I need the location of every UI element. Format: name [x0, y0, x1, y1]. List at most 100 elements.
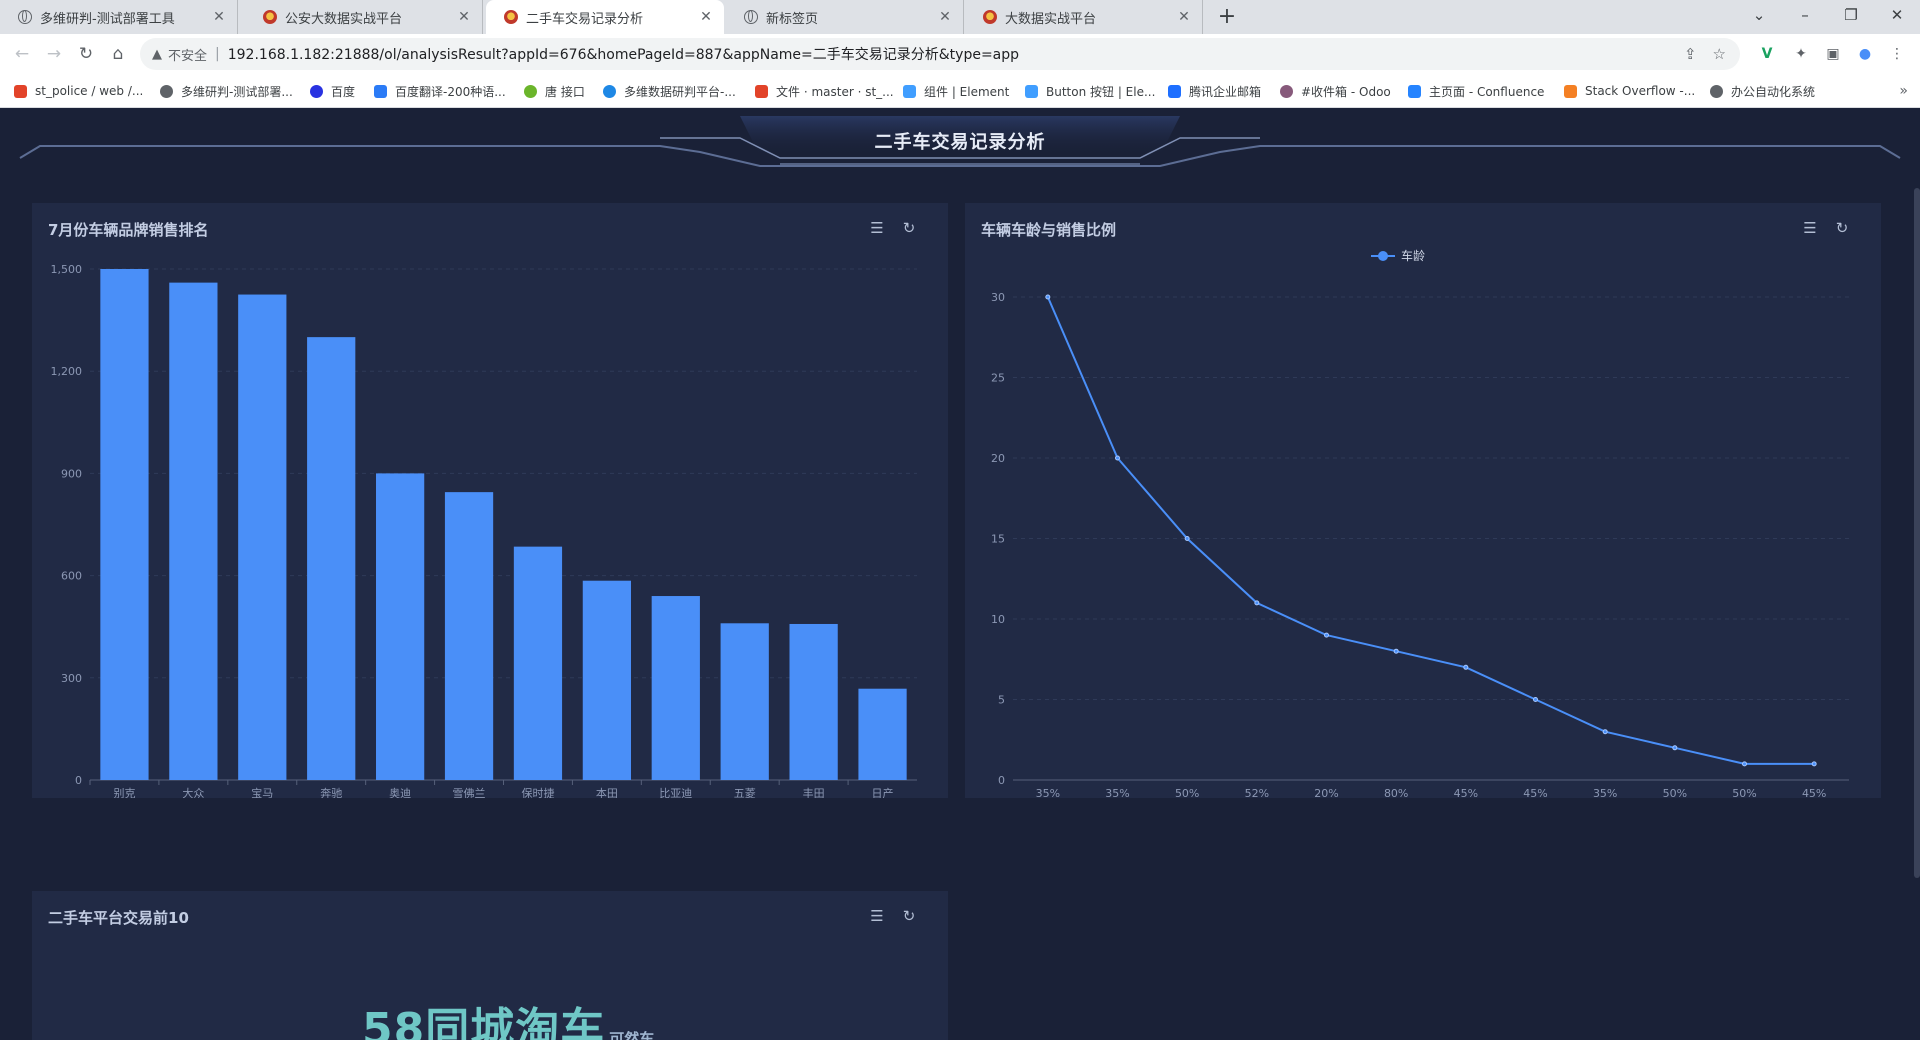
legend-label[interactable]: 车龄 — [1401, 248, 1425, 263]
page-scrollbar[interactable] — [1914, 188, 1920, 878]
x-tick-label: 80% — [1384, 787, 1408, 798]
close-icon[interactable]: ✕ — [698, 9, 714, 25]
bookmark-item[interactable]: 多维研判-测试部署... — [160, 74, 293, 108]
bookmark-item[interactable]: 文件 · master · st_... — [755, 74, 894, 108]
data-point[interactable] — [1324, 632, 1329, 638]
bar-大众[interactable] — [169, 282, 218, 780]
bar-奥迪[interactable] — [376, 473, 425, 780]
bookmarks-bar: st_police / web /... 多维研判-测试部署... 百度 百度翻… — [0, 74, 1920, 108]
y-tick-label: 0 — [998, 774, 1005, 787]
tab-new-tab[interactable]: 新标签页 ✕ — [726, 0, 964, 34]
forward-button[interactable]: → — [40, 34, 68, 74]
address-bar: ← → ↻ ⌂ ▲ 不安全 | 192.168.1.182:21888/ol/a… — [0, 34, 1920, 74]
menu-icon[interactable]: ⋮ — [1886, 43, 1908, 65]
bookmark-item[interactable]: Stack Overflow -... — [1564, 74, 1695, 108]
data-point[interactable] — [1115, 455, 1120, 461]
police-emblem-icon — [263, 10, 277, 24]
vue-devtools-icon[interactable]: V — [1756, 43, 1778, 65]
back-button[interactable]: ← — [8, 34, 36, 74]
side-panel-icon[interactable]: ▣ — [1822, 43, 1844, 65]
close-icon[interactable]: ✕ — [1176, 9, 1192, 25]
tab-police-bigdata[interactable]: 公安大数据实战平台 ✕ — [245, 0, 483, 34]
y-tick-label: 30 — [991, 291, 1005, 304]
x-tick-label: 35% — [1593, 787, 1617, 798]
bar-本田[interactable] — [582, 580, 631, 780]
bar-雪佛兰[interactable] — [444, 492, 494, 780]
y-tick-label: 1,500 — [51, 263, 83, 276]
maximize-button[interactable]: ❐ — [1828, 0, 1874, 34]
window-close-button[interactable]: ✕ — [1874, 0, 1920, 34]
data-point[interactable] — [1672, 745, 1678, 751]
bookmark-item[interactable]: st_police / web /... — [14, 74, 143, 108]
y-tick-label: 0 — [75, 774, 82, 787]
bar-奔驰[interactable] — [307, 337, 356, 780]
bar-五菱[interactable] — [720, 623, 769, 780]
tab-multidim-deploy-tool[interactable]: 多维研判-测试部署工具 ✕ — [0, 0, 238, 34]
data-point[interactable] — [1184, 536, 1190, 541]
new-tab-button[interactable]: + — [1213, 0, 1241, 34]
bar-保时捷[interactable] — [513, 546, 563, 780]
bookmark-label: 百度翻译-200种语... — [395, 84, 506, 99]
car-age-line-chart: 0 5 10 15 20 25 30 35% 35% 50% 52% 20% 80% 45% 45% 35% 5… — [991, 248, 1849, 798]
bookmark-item[interactable]: Button 按钮 | Ele... — [1025, 74, 1155, 108]
data-point[interactable] — [1254, 600, 1260, 606]
data-point[interactable] — [1811, 761, 1817, 767]
tab-used-car-analysis[interactable]: 二手车交易记录分析 ✕ — [486, 0, 724, 34]
bookmark-item[interactable]: 主页面 - Confluence — [1408, 74, 1544, 108]
bookmark-item[interactable]: 办公自动化系统 — [1710, 74, 1815, 108]
bookmark-item[interactable]: 腾讯企业邮箱 — [1168, 74, 1261, 108]
security-label: 不安全 — [168, 48, 208, 64]
close-icon[interactable]: ✕ — [456, 9, 472, 25]
globe-icon — [744, 10, 758, 24]
bookmark-label: 主页面 - Confluence — [1429, 84, 1545, 99]
tab-search-icon[interactable]: ⌄ — [1736, 0, 1782, 34]
stackoverflow-icon — [1564, 84, 1577, 98]
tab-bigdata-platform[interactable]: 大数据实战平台 ✕ — [965, 0, 1203, 34]
data-point[interactable] — [1463, 664, 1469, 670]
bookmark-label: 多维研判-测试部署... — [181, 84, 293, 99]
data-point[interactable] — [1742, 761, 1747, 767]
platforms-panel: 二手车平台交易前10 ☰ ↻ 58同城淘车 可然车 — [32, 891, 948, 1040]
minimize-button[interactable]: – — [1782, 0, 1828, 34]
reload-button[interactable]: ↻ — [72, 34, 100, 74]
bookmark-item[interactable]: 多维数据研判平台-... — [603, 74, 736, 108]
x-tick-label: 日产 — [872, 786, 894, 798]
bookmark-item[interactable]: 组件 | Element — [903, 74, 1009, 108]
legend-marker[interactable] — [1378, 251, 1388, 261]
panel-tools: ☰ ↻ — [868, 907, 918, 925]
bookmark-item[interactable]: #收件箱 - Odoo — [1280, 74, 1391, 108]
more-bookmarks-icon[interactable]: » — [1899, 74, 1908, 108]
home-button[interactable]: ⌂ — [104, 34, 132, 74]
close-icon[interactable]: ✕ — [211, 9, 227, 25]
profile-avatar-icon[interactable]: ● — [1854, 43, 1876, 65]
bar-宝马[interactable] — [238, 294, 287, 780]
x-tick-label: 本田 — [596, 786, 618, 798]
url-omnibox[interactable]: ▲ 不安全 | 192.168.1.182:21888/ol/analysisR… — [140, 38, 1740, 70]
bookmark-item[interactable]: 唐 接口 — [524, 74, 585, 108]
url-text[interactable]: 192.168.1.182:21888/ol/analysisResult?ap… — [228, 44, 1019, 64]
logo-58tongcheng: 58同城 — [362, 1004, 516, 1040]
data-point[interactable] — [1533, 697, 1538, 702]
logo-keranche: 可然车 — [609, 1030, 655, 1040]
bar-日产[interactable] — [858, 688, 907, 780]
extensions-icon[interactable]: ✦ — [1790, 43, 1812, 65]
bookmark-item[interactable]: 百度 — [310, 74, 355, 108]
car-age-panel: 车辆车龄与销售比例 ☰ ↻ 0 5 10 15 20 25 30 35% 35% 50% 52% 20… — [965, 203, 1881, 798]
bar-别克[interactable] — [100, 269, 149, 780]
list-icon[interactable]: ☰ — [868, 907, 886, 925]
close-icon[interactable]: ✕ — [937, 9, 953, 25]
globe-icon — [160, 84, 173, 98]
data-point[interactable] — [1045, 294, 1051, 300]
bookmark-item[interactable]: 百度翻译-200种语... — [374, 74, 506, 108]
star-icon[interactable]: ☆ — [1713, 45, 1726, 63]
data-point[interactable] — [1602, 729, 1608, 735]
bookmark-label: 文件 · master · st_... — [776, 84, 894, 99]
logo-taoche: 淘车 — [515, 1004, 606, 1040]
share-icon[interactable]: ⇪ — [1684, 45, 1697, 63]
bookmark-label: 组件 | Element — [924, 84, 1010, 99]
x-tick-label: 大众 — [182, 786, 204, 798]
refresh-icon[interactable]: ↻ — [900, 907, 918, 925]
bar-比亚迪[interactable] — [651, 596, 700, 780]
bar-丰田[interactable] — [789, 623, 838, 780]
data-point[interactable] — [1393, 648, 1399, 654]
